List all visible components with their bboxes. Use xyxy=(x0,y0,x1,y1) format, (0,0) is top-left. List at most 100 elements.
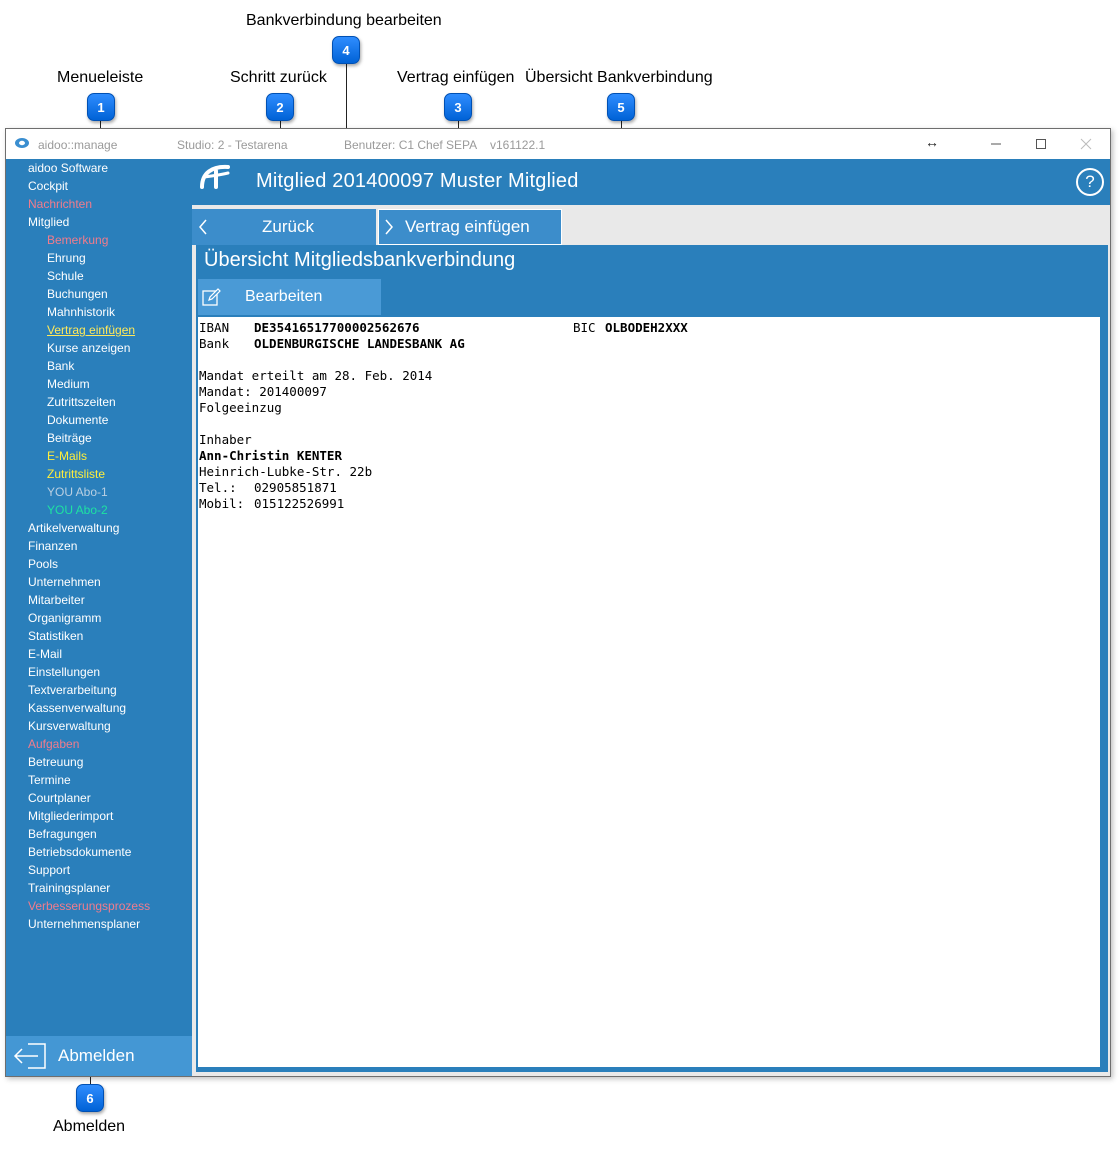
sidebar-item-befragungen[interactable]: Befragungen xyxy=(28,827,97,841)
sidebar-item-nachrichten[interactable]: Nachrichten xyxy=(28,197,92,211)
sidebar-item-mitarbeiter[interactable]: Mitarbeiter xyxy=(28,593,85,607)
sidebar-item-aufgaben[interactable]: Aufgaben xyxy=(28,737,79,751)
mode-info: SEPA xyxy=(446,138,478,152)
insert-contract-button[interactable]: Vertrag einfügen xyxy=(378,209,562,245)
logout-label: Abmelden xyxy=(58,1046,135,1065)
studio-info: Studio: 2 - Testarena xyxy=(177,138,288,152)
sidebar-item-finanzen[interactable]: Finanzen xyxy=(28,539,77,553)
sidebar-item-buchungen[interactable]: Buchungen xyxy=(47,287,108,301)
bic-value: OLBODEH2XXX xyxy=(605,320,688,335)
header-bar: Mitglied 201400097 Muster Mitglied ? xyxy=(192,159,1110,205)
sidebar-item-bank[interactable]: Bank xyxy=(47,359,74,373)
callout-label-4: Bankverbindung bearbeiten xyxy=(246,12,442,29)
sidebar-item-zutrittsliste[interactable]: Zutrittsliste xyxy=(47,467,105,481)
edit-label: Bearbeiten xyxy=(245,288,323,305)
sidebar-item-unternehmensplaner[interactable]: Unternehmensplaner xyxy=(28,917,140,931)
iban-value: DE35416517700002562676 xyxy=(254,320,420,335)
sidebar-item-aidoo-software[interactable]: aidoo Software xyxy=(28,161,108,175)
sidebar-item-bemerkung[interactable]: Bemerkung xyxy=(47,233,108,247)
edit-icon xyxy=(202,288,221,306)
sidebar-item-kassenverwaltung[interactable]: Kassenverwaltung xyxy=(28,701,126,715)
sidebar-item-artikelverwaltung[interactable]: Artikelverwaltung xyxy=(28,521,119,535)
callout-badge-2: 2 xyxy=(266,93,294,121)
sidebar-item-betriebsdokumente[interactable]: Betriebsdokumente xyxy=(28,845,131,859)
sidebar-item-kurse-anzeigen[interactable]: Kurse anzeigen xyxy=(47,341,130,355)
page-title: Mitglied 201400097 Muster Mitglied xyxy=(256,170,579,192)
sidebar-item-cockpit[interactable]: Cockpit xyxy=(28,179,68,193)
maximize-button[interactable] xyxy=(1027,133,1055,155)
close-button[interactable] xyxy=(1072,133,1100,155)
sidebar-item-termine[interactable]: Termine xyxy=(28,773,71,787)
callout-badge-4: 4 xyxy=(332,36,360,64)
app-name: aidoo::manage xyxy=(38,138,118,152)
tel-value: 02905851871 xyxy=(254,480,337,495)
app-logo-icon xyxy=(15,138,29,148)
bank-label: Bank xyxy=(199,336,230,351)
main-area: Mitglied 201400097 Muster Mitglied ? Zur… xyxy=(192,159,1110,1076)
bank-name: OLDENBURGISCHE LANDESBANK AG xyxy=(254,336,465,351)
callout-badge-5: 5 xyxy=(607,93,635,121)
sidebar-menu: aidoo Software Cockpit Nachrichten Mitglied… xyxy=(6,159,192,1076)
close-icon xyxy=(1080,138,1092,150)
panel-title: Übersicht Mitgliedsbankverbindung xyxy=(204,249,516,271)
mandate-number: Mandat: 201400097 xyxy=(199,384,327,399)
aidoo-logo-icon xyxy=(200,164,230,189)
sidebar-item-courtplaner[interactable]: Courtplaner xyxy=(28,791,91,805)
sidebar-item-pools[interactable]: Pools xyxy=(28,557,58,571)
callout-label-2: Schritt zurück xyxy=(230,69,327,86)
bank-overview-panel: Übersicht Mitgliedsbankverbindung Bearbe… xyxy=(196,245,1108,1072)
sidebar-item-einstellungen[interactable]: Einstellungen xyxy=(28,665,100,679)
sidebar-item-e-mail[interactable]: E-Mail xyxy=(28,647,62,661)
edit-button[interactable]: Bearbeiten xyxy=(198,279,381,315)
back-button[interactable]: Zurück xyxy=(192,209,376,245)
tel-label: Tel.: xyxy=(199,480,237,495)
holder-name: Ann-Christin KENTER xyxy=(199,448,342,463)
sidebar-item-betreuung[interactable]: Betreuung xyxy=(28,755,83,769)
maximize-icon xyxy=(1036,139,1046,149)
callout-label-6: Abmelden xyxy=(53,1118,126,1135)
sidebar-item-vertrag-einf-gen[interactable]: Vertrag einfügen xyxy=(47,323,135,337)
sidebar-item-kursverwaltung[interactable]: Kursverwaltung xyxy=(28,719,111,733)
callout-badge-6: 6 xyxy=(76,1084,104,1112)
app-window: aidoo::manage Studio: 2 - Testarena Benu… xyxy=(5,128,1111,1077)
sidebar-item-organigramm[interactable]: Organigramm xyxy=(28,611,101,625)
bic-label: BIC xyxy=(573,320,596,335)
sidebar-item-verbesserungsprozess[interactable]: Verbesserungsprozess xyxy=(28,899,150,913)
resize-arrow-icon: ↔ xyxy=(925,134,939,150)
sidebar-item-ehrung[interactable]: Ehrung xyxy=(47,251,86,265)
sidebar-item-you-abo-2[interactable]: YOU Abo-2 xyxy=(47,503,108,517)
sidebar-item-dokumente[interactable]: Dokumente xyxy=(47,413,108,427)
holder-label: Inhaber xyxy=(199,432,252,447)
sidebar-item-textverarbeitung[interactable]: Textverarbeitung xyxy=(28,683,117,697)
sidebar-item-mitgliederimport[interactable]: Mitgliederimport xyxy=(28,809,113,823)
sidebar-item-support[interactable]: Support xyxy=(28,863,70,877)
sidebar-item-trainingsplaner[interactable]: Trainingsplaner xyxy=(28,881,110,895)
sidebar-item-medium[interactable]: Medium xyxy=(47,377,90,391)
chevron-right-icon xyxy=(385,219,393,235)
mobile-value: 015122526991 xyxy=(254,496,345,511)
sidebar-item-you-abo-1[interactable]: YOU Abo-1 xyxy=(47,485,108,499)
sidebar-item-unternehmen[interactable]: Unternehmen xyxy=(28,575,101,589)
sidebar-item-zutrittszeiten[interactable]: Zutrittszeiten xyxy=(47,395,116,409)
mandate-date: Mandat erteilt am 28. Feb. 2014 xyxy=(199,368,433,383)
sidebar-item-statistiken[interactable]: Statistiken xyxy=(28,629,83,643)
sidebar-item-schule[interactable]: Schule xyxy=(47,269,84,283)
title-bar: aidoo::manage Studio: 2 - Testarena Benu… xyxy=(6,129,1110,159)
version-info: v161122.1 xyxy=(490,138,546,152)
insert-contract-label: Vertrag einfügen xyxy=(405,217,530,236)
sidebar-item-beitr-ge[interactable]: Beiträge xyxy=(47,431,92,445)
callout-label-5: Übersicht Bankverbindung xyxy=(525,69,713,86)
collection-type: Folgeeinzug xyxy=(199,400,282,415)
sidebar-item-mitglied[interactable]: Mitglied xyxy=(28,215,69,229)
user-info: Benutzer: C1 Chef xyxy=(344,138,443,152)
holder-street: Heinrich-Lubke-Str. 22b xyxy=(199,464,373,479)
callout-label-3: Vertrag einfügen xyxy=(397,69,515,86)
callout-label-1: Menueleiste xyxy=(57,69,144,86)
sidebar-item-e-mails[interactable]: E-Mails xyxy=(47,449,87,463)
minimize-button[interactable] xyxy=(982,133,1010,155)
sidebar-item-mahnhistorik[interactable]: Mahnhistorik xyxy=(47,305,115,319)
logout-button[interactable]: Abmelden xyxy=(6,1036,192,1076)
callout-badge-1: 1 xyxy=(87,93,115,121)
help-button[interactable]: ? xyxy=(1076,168,1104,196)
bank-details: IBAN DE35416517700002562676 BIC OLBODEH2… xyxy=(198,317,1100,1067)
